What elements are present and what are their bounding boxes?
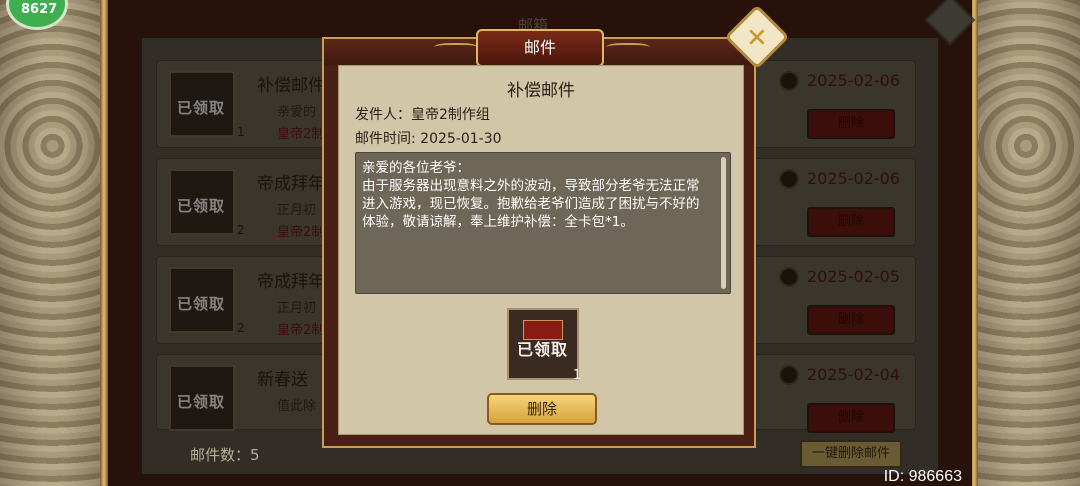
delete-all-button[interactable]: 一键删除邮件 (800, 440, 902, 468)
mail-content-box[interactable]: 亲爱的各位老爷： 由于服务器出现意料之外的波动，导致部分老爷无法正常进入游戏，现… (355, 152, 731, 294)
modal-body: 补偿邮件 发件人：皇帝2制作组 邮件时间: 2025-01-30 亲爱的各位老爷… (338, 65, 744, 435)
modal-title: 邮件 (523, 38, 556, 57)
content-scrollbar[interactable] (721, 157, 726, 289)
left-gold-border (100, 0, 108, 486)
left-dragon-panel (0, 0, 105, 486)
mail-subject: 补偿邮件 (507, 81, 575, 101)
right-dragon-panel (972, 0, 1080, 486)
mail-content: 亲爱的各位老爷： 由于服务器出现意料之外的波动，导致部分老爷无法正常进入游戏，现… (362, 160, 700, 230)
modal-title-plaque: 邮件 (476, 29, 604, 67)
header-scroll-ornament (606, 43, 650, 53)
player-id: ID: 986663 (883, 468, 962, 485)
claimed-stamp: 已领取 (517, 340, 569, 359)
mail-time: 邮件时间: 2025-01-30 (355, 131, 502, 147)
mail-sender: 发件人：皇帝2制作组 (355, 107, 490, 123)
attachment-count: 1 (573, 368, 582, 383)
header-scroll-ornament (434, 43, 478, 53)
mail-count: 邮件数：5 (190, 446, 260, 464)
avatar-level: 8627 (21, 2, 58, 17)
attachment-item[interactable]: 已领取 (507, 308, 579, 380)
mail-detail-modal: 邮件 补偿邮件 发件人：皇帝2制作组 邮件时间: 2025-01-30 亲爱的各… (322, 29, 756, 448)
delete-button[interactable]: 删除 (487, 393, 597, 425)
